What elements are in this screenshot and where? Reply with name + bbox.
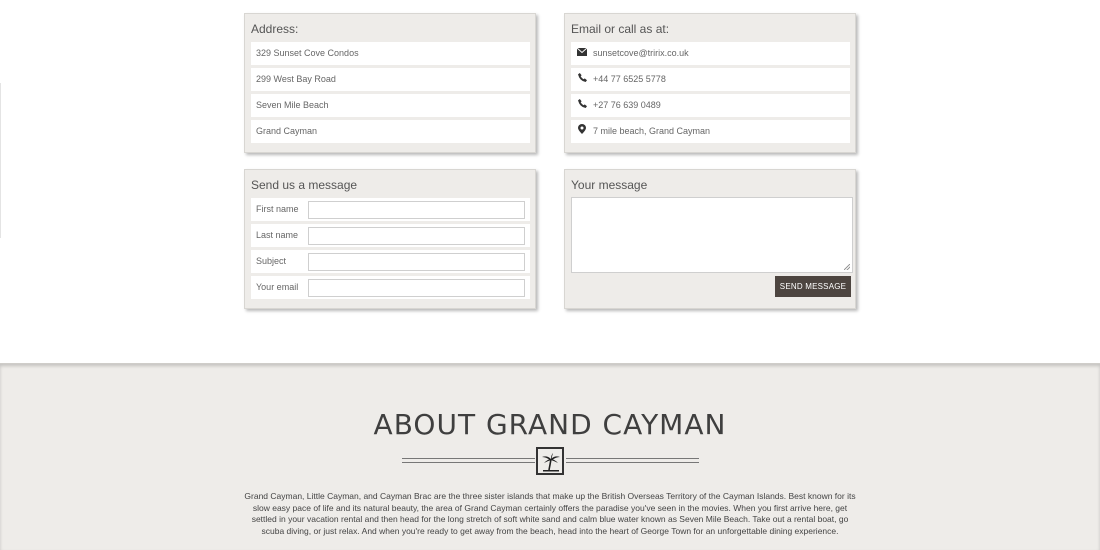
first-name-label: First name <box>256 204 299 214</box>
message-textarea[interactable] <box>571 197 853 273</box>
address-title: Address: <box>251 22 299 36</box>
ornament-divider-right <box>566 458 699 463</box>
about-section: ABOUT GRAND CAYMAN Grand Cayman, Little … <box>0 363 1100 550</box>
address-line: Seven Mile Beach <box>251 94 530 117</box>
your-message-panel: Your message SEND MESSAGE <box>564 169 856 309</box>
address-line: 329 Sunset Cove Condos <box>251 42 530 65</box>
contact-location-row: 7 mile beach, Grand Cayman <box>571 120 850 143</box>
palm-tree-icon <box>536 447 564 475</box>
contact-email-row[interactable]: sunsetcove@tririx.co.uk <box>571 42 850 65</box>
phone-icon <box>576 94 588 117</box>
subject-input[interactable] <box>308 253 525 271</box>
send-message-title: Send us a message <box>251 178 358 192</box>
send-message-button[interactable]: SEND MESSAGE <box>775 276 851 297</box>
contact-phone-row[interactable]: +44 77 6525 5778 <box>571 68 850 91</box>
contact-title: Email or call as at: <box>571 22 670 36</box>
resize-grip-icon[interactable] <box>844 264 850 270</box>
about-paragraph: Grand Cayman, Little Cayman, and Cayman … <box>244 491 856 536</box>
contact-phone-row[interactable]: +27 76 639 0489 <box>571 94 850 117</box>
ornament-divider-left <box>402 458 535 463</box>
your-message-title: Your message <box>571 178 648 192</box>
page-edge-divider <box>0 83 1 238</box>
form-row-email: Your email <box>251 276 530 299</box>
form-row-last-name: Last name <box>251 224 530 247</box>
contact-panel: Email or call as at: sunsetcove@tririx.c… <box>564 13 856 153</box>
address-panel: Address: 329 Sunset Cove Condos 299 West… <box>244 13 536 153</box>
form-row-subject: Subject <box>251 250 530 273</box>
address-line: Grand Cayman <box>251 120 530 143</box>
email-input[interactable] <box>308 279 525 297</box>
about-title: ABOUT GRAND CAYMAN <box>373 408 727 441</box>
envelope-icon <box>576 42 588 65</box>
last-name-label: Last name <box>256 230 299 240</box>
email-label: Your email <box>256 282 299 292</box>
contact-email-text[interactable]: sunsetcove@tririx.co.uk <box>593 48 689 58</box>
form-row-first-name: First name <box>251 198 530 221</box>
contact-phone-text[interactable]: +27 76 639 0489 <box>593 100 661 110</box>
map-pin-icon <box>576 120 588 143</box>
send-message-panel: Send us a message First name Last name S… <box>244 169 536 309</box>
phone-icon <box>576 68 588 91</box>
address-line: 299 West Bay Road <box>251 68 530 91</box>
first-name-input[interactable] <box>308 201 525 219</box>
last-name-input[interactable] <box>308 227 525 245</box>
contact-phone-text[interactable]: +44 77 6525 5778 <box>593 74 666 84</box>
subject-label: Subject <box>256 256 287 266</box>
contact-location-text: 7 mile beach, Grand Cayman <box>593 126 711 136</box>
